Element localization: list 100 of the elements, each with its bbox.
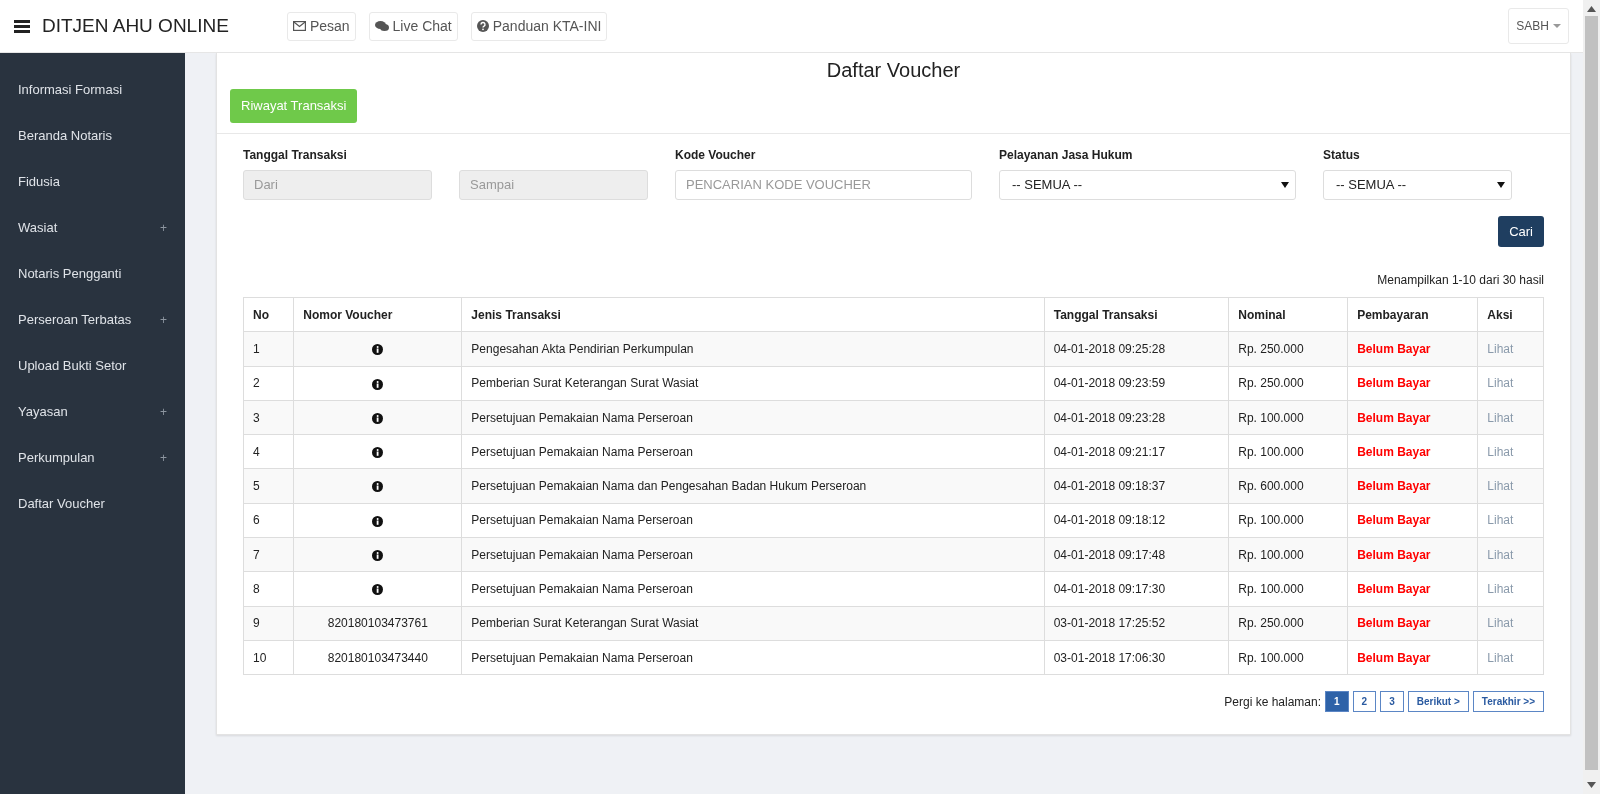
sidebar-item-label[interactable]: Yayasan xyxy=(18,402,68,422)
info-icon xyxy=(372,447,384,459)
table-cell: 3 xyxy=(243,400,294,435)
table-cell: Rp. 100.000 xyxy=(1228,537,1348,572)
table-cell: Persetujuan Pemakaian Nama Perseroan xyxy=(461,640,1045,675)
scrollbar[interactable] xyxy=(1583,0,1600,794)
dropdown-select[interactable]: -- SEMUA -- xyxy=(1323,169,1512,200)
sidebar-item[interactable]: Daftar Voucher xyxy=(0,481,185,527)
payment-status: Belum Bayar xyxy=(1347,640,1478,675)
table-cell: Persetujuan Pemakaian Nama Perseroan xyxy=(461,434,1045,469)
next-page-button[interactable]: Berikut > xyxy=(1407,691,1469,713)
table-cell: Rp. 100.000 xyxy=(1228,400,1348,435)
table-cell: Persetujuan Pemakaian Nama Perseroan xyxy=(461,537,1045,572)
column-header: Aksi xyxy=(1477,297,1544,332)
column-header: Nomor Voucher xyxy=(293,297,462,332)
expand-toggle[interactable]: + xyxy=(160,403,167,421)
table-cell: Rp. 600.000 xyxy=(1228,469,1348,504)
table-cell: 10 xyxy=(243,640,294,675)
caret-icon xyxy=(1281,181,1289,188)
table-cell: 03-01-2018 17:25:52 xyxy=(1044,606,1229,641)
table-cell: 03-01-2018 17:06:30 xyxy=(1044,640,1229,675)
envelope-icon xyxy=(292,21,306,31)
info-icon xyxy=(372,344,384,356)
info-icon xyxy=(372,584,384,596)
table-cell: 6 xyxy=(243,503,294,538)
table-cell: 2 xyxy=(243,366,294,401)
table-cell: Rp. 100.000 xyxy=(1228,503,1348,538)
column-header: Pembayaran xyxy=(1347,297,1478,332)
page-title: Daftar Voucher xyxy=(825,58,962,83)
pagination-label: Pergi ke halaman: xyxy=(1224,693,1322,711)
table-cell: 5 xyxy=(243,469,294,504)
voucher-code-field[interactable]: PENCARIAN KODE VOUCHER xyxy=(675,169,972,200)
sidebar-item[interactable]: Notaris Pengganti xyxy=(0,251,185,297)
table-cell: Rp. 250.000 xyxy=(1228,331,1348,367)
column-header: Jenis Transaksi xyxy=(461,297,1045,332)
info-icon xyxy=(372,412,384,424)
table-cell: 04-01-2018 09:23:28 xyxy=(1044,400,1229,435)
info-icon xyxy=(372,481,384,493)
table-cell: Persetujuan Pemakaian Nama Perseroan xyxy=(461,571,1045,607)
dropdown-value: -- SEMUA -- xyxy=(1012,175,1083,194)
table-cell: 04-01-2018 09:17:48 xyxy=(1044,537,1229,572)
results-summary: Menampilkan 1-10 dari 30 hasil xyxy=(1377,273,1544,287)
help-icon xyxy=(476,20,489,32)
expand-toggle[interactable]: + xyxy=(160,311,167,329)
scroll-up-icon[interactable] xyxy=(1587,6,1596,12)
scroll-down-icon[interactable] xyxy=(1587,782,1596,788)
sidebar-item[interactable]: Upload Bukti Setor xyxy=(0,343,185,389)
table-cell: 7 xyxy=(243,537,294,572)
sidebar-item[interactable]: Beranda Notaris xyxy=(0,113,185,159)
payment-status: Belum Bayar xyxy=(1347,503,1478,538)
payment-status: Belum Bayar xyxy=(1347,400,1478,435)
dropdown-select[interactable]: -- SEMUA -- xyxy=(999,169,1296,200)
column-header: Nominal xyxy=(1228,297,1348,332)
sidebar-item[interactable]: Fidusia xyxy=(0,159,185,205)
sidebar-item-label[interactable]: Perkumpulan xyxy=(18,448,95,468)
filter-label: Kode Voucher xyxy=(675,146,757,164)
payment-status: Belum Bayar xyxy=(1347,331,1478,367)
table-cell: Persetujuan Pemakaian Nama Perseroan xyxy=(461,400,1045,435)
last-page-button[interactable]: Terakhir >> xyxy=(1472,691,1544,713)
payment-status: Belum Bayar xyxy=(1347,434,1478,469)
caret-icon xyxy=(1497,181,1505,188)
page-button[interactable]: 3 xyxy=(1380,691,1404,713)
payment-status: Belum Bayar xyxy=(1347,606,1478,641)
table-cell: Pemberian Surat Keterangan Surat Wasiat xyxy=(461,366,1045,401)
table-cell: Rp. 100.000 xyxy=(1228,434,1348,469)
caret-icon xyxy=(1553,24,1561,28)
chat-icon xyxy=(374,20,389,32)
payment-status: Belum Bayar xyxy=(1347,469,1478,504)
table-cell: Pengesahan Akta Pendirian Perkumpulan xyxy=(461,331,1045,367)
table-cell: Rp. 100.000 xyxy=(1228,571,1348,607)
sidebar-item-label[interactable]: Perseroan Terbatas xyxy=(18,310,132,330)
date-to-field[interactable]: Sampai xyxy=(459,169,648,200)
filter-label: Tanggal Transaksi xyxy=(243,146,348,164)
page-button[interactable]: 2 xyxy=(1352,691,1377,713)
nav-link-button[interactable]: Pesan xyxy=(286,11,356,41)
user-menu-button[interactable]: SABH xyxy=(1508,8,1569,44)
expand-toggle[interactable]: + xyxy=(160,449,167,467)
search-button[interactable]: Cari xyxy=(1498,215,1544,247)
table-cell: 04-01-2018 09:21:17 xyxy=(1044,434,1229,469)
info-icon xyxy=(372,378,384,390)
menu-icon[interactable] xyxy=(14,19,30,33)
table-cell: 04-01-2018 09:23:59 xyxy=(1044,366,1229,401)
dropdown-value: -- SEMUA -- xyxy=(1336,175,1407,194)
table-cell: Pemberian Surat Keterangan Surat Wasiat xyxy=(461,606,1045,641)
filter-label: Pelayanan Jasa Hukum xyxy=(999,146,1134,164)
page-button[interactable]: 1 xyxy=(1325,691,1349,713)
sidebar-item-label[interactable]: Wasiat xyxy=(18,218,58,238)
nav-link-button[interactable]: Panduan KTA-INI xyxy=(470,11,608,41)
payment-status: Belum Bayar xyxy=(1347,537,1478,572)
expand-toggle[interactable]: + xyxy=(160,219,167,237)
sidebar-item[interactable]: Informasi Formasi xyxy=(0,67,185,113)
column-header: No xyxy=(243,297,294,332)
info-icon xyxy=(372,550,384,562)
table-cell: 4 xyxy=(243,434,294,469)
filter-label: Status xyxy=(1323,146,1361,164)
table-cell: 9 xyxy=(243,606,294,641)
date-from-field[interactable]: Dari xyxy=(243,169,432,200)
nav-link-button[interactable]: Live Chat xyxy=(368,11,458,41)
table-cell: 8 xyxy=(243,571,294,607)
table-cell: 820180103473761 xyxy=(293,606,462,641)
